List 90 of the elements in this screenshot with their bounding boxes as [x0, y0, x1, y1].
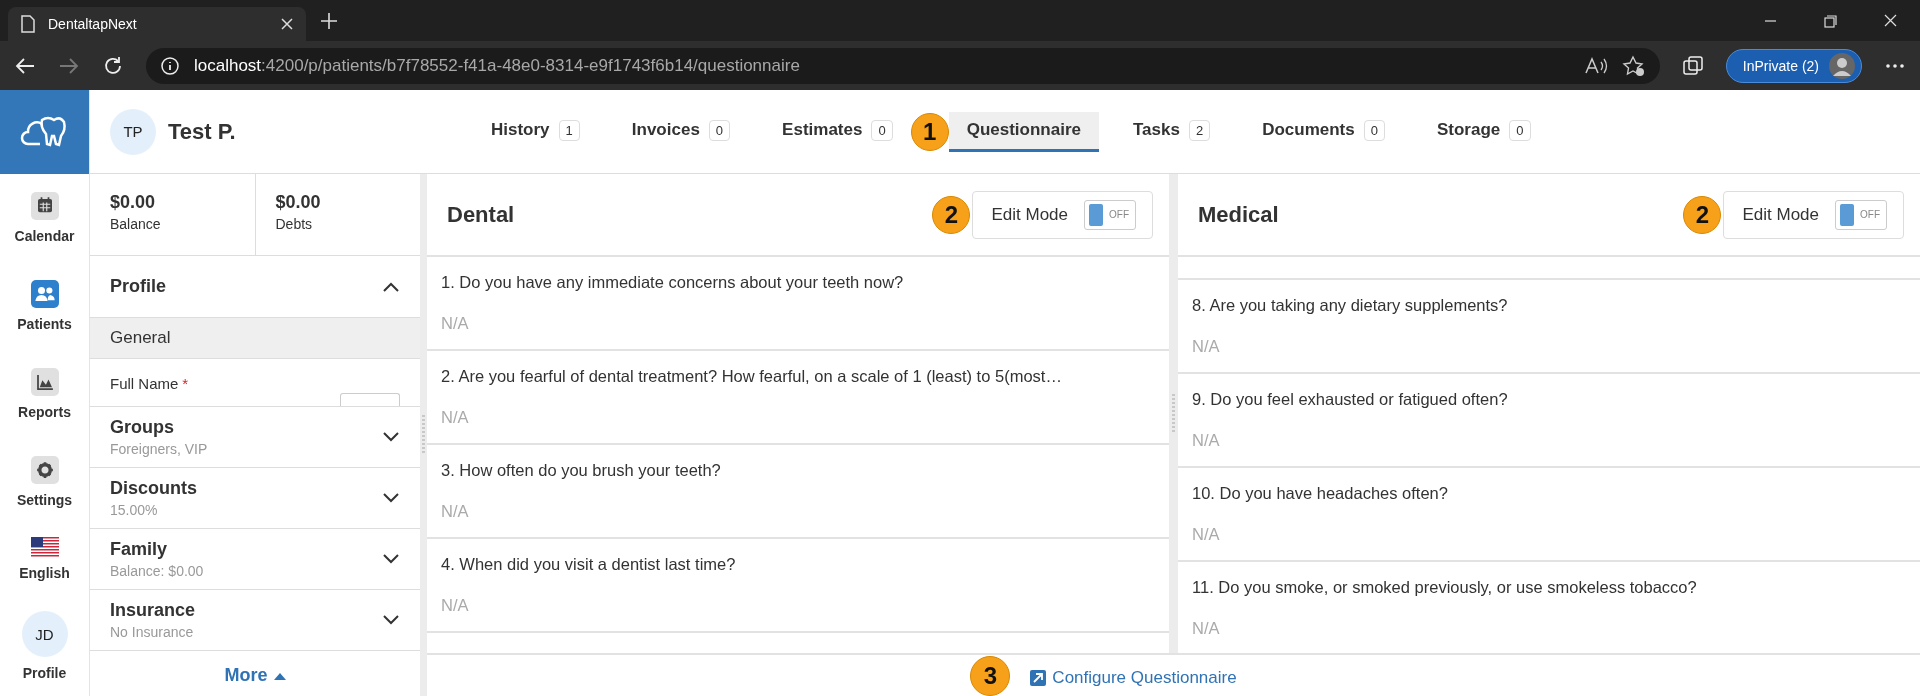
amount: $0.00: [110, 192, 157, 213]
calendar-icon[interactable]: [30, 192, 59, 220]
browser-tab[interactable]: DentaltapNext: [8, 7, 306, 41]
question-text: 9. Do you feel exhausted or fatigued often?: [1192, 390, 1509, 409]
required-mark: *: [182, 375, 189, 392]
panel-title: Medical: [1198, 201, 1279, 228]
nav-label[interactable]: Profile: [22, 665, 67, 681]
chevron-icon[interactable]: [382, 492, 400, 504]
tab[interactable]: History 1: [473, 111, 598, 152]
avatar-icon: [1829, 52, 1855, 79]
tab[interactable]: Invoices 0: [613, 111, 749, 152]
inprivate-button[interactable]: InPrivate (2): [1725, 48, 1862, 83]
question-text: 4. When did you visit a dentist last time?: [441, 555, 737, 574]
answer-text: N/A: [441, 596, 470, 615]
answer-text: N/A: [1192, 431, 1221, 450]
chart-icon[interactable]: [30, 368, 59, 396]
count-badge: 0: [1363, 119, 1385, 141]
chevron-icon[interactable]: [382, 280, 400, 293]
tab[interactable]: Documents 0: [1244, 111, 1403, 152]
amount: $0.00: [275, 192, 322, 213]
nav-label[interactable]: Reports: [18, 404, 71, 420]
caret-icon: [273, 671, 286, 680]
edit-mode-control[interactable]: Edit Mode OFF: [1723, 190, 1904, 239]
section-title[interactable]: Discounts: [110, 478, 197, 499]
patient-name: Test P.: [168, 118, 236, 145]
panel-title: Dental: [447, 201, 515, 228]
refresh-icon[interactable]: [102, 54, 124, 77]
nav-label[interactable]: English: [19, 565, 70, 581]
answer-text: N/A: [441, 314, 470, 333]
input-field[interactable]: [340, 393, 400, 406]
count-badge: 2: [1188, 119, 1211, 141]
section-title[interactable]: Profile: [110, 276, 166, 297]
count-badge: 0: [871, 119, 893, 141]
close-icon[interactable]: [280, 17, 294, 31]
callout-badge: 3: [970, 655, 1011, 696]
callout-badge: 2: [932, 195, 971, 234]
chevron-icon[interactable]: [382, 614, 400, 626]
section-title[interactable]: Family: [110, 539, 204, 560]
edit-mode-control[interactable]: Edit Mode OFF: [972, 190, 1153, 239]
section-summary: Foreigners, VIP: [110, 441, 208, 457]
count-badge: 0: [1509, 119, 1531, 141]
read-aloud-icon[interactable]: [1583, 55, 1608, 76]
page-icon: [20, 15, 36, 33]
question-text: 11. Do you smoke, or smoked previously, or use smokeless tobacco?: [1192, 578, 1698, 597]
plus-icon[interactable]: [320, 11, 338, 30]
section-title[interactable]: Insurance: [110, 600, 196, 621]
gear-icon[interactable]: [30, 456, 59, 484]
patient-avatar: TP: [110, 108, 156, 155]
answer-text: N/A: [1192, 525, 1221, 544]
field-label: Full Name: [110, 375, 179, 392]
nav-label[interactable]: Settings: [16, 492, 73, 508]
amount-label: Debts: [275, 216, 314, 232]
subsection-header: General: [90, 318, 420, 359]
tab[interactable]: Tasks 2: [1114, 111, 1229, 152]
chevron-icon[interactable]: [382, 431, 400, 443]
tab[interactable]: Estimates 0: [764, 111, 911, 152]
question-text: 1. Do you have any immediate concerns about your teeth now?: [441, 273, 905, 292]
amount-label: Balance: [110, 216, 162, 232]
configure-link[interactable]: Configure Questionnaire: [1030, 667, 1237, 688]
favorites-icon[interactable]: [1621, 54, 1646, 77]
callout-badge: 1: [910, 112, 949, 151]
answer-text: N/A: [441, 502, 470, 521]
section-summary: Balance: $0.00: [110, 563, 204, 579]
tab[interactable]: Storage 0: [1418, 111, 1549, 152]
nav-label[interactable]: Calendar: [14, 228, 75, 244]
info-icon: [160, 55, 180, 76]
section-title[interactable]: Groups: [110, 417, 208, 438]
user-avatar[interactable]: JD: [21, 611, 68, 657]
section-summary: 15.00%: [110, 502, 159, 518]
nav-label[interactable]: Patients: [17, 316, 72, 332]
callout-badge: 2: [1683, 195, 1722, 234]
collections-icon[interactable]: [1681, 54, 1704, 77]
question-text: 8. Are you taking any dietary supplements?: [1192, 296, 1509, 315]
section-summary: No Insurance: [110, 624, 195, 640]
count-badge: 0: [708, 119, 731, 141]
question-text: 2. Are you fearful of dental treatment? How fearful, on a scale of 1 (least) to 5(most…: [441, 367, 1063, 386]
external-link-icon: [1030, 669, 1047, 686]
answer-text: N/A: [1192, 619, 1221, 638]
tab[interactable]: Questionnaire: [948, 111, 1099, 152]
chevron-icon[interactable]: [382, 553, 400, 565]
question-text: 10. Do you have headaches often?: [1192, 484, 1449, 503]
question-text: 3. How often do you brush your teeth?: [441, 461, 722, 480]
count-badge: 1: [558, 119, 580, 141]
toggle-switch[interactable]: OFF: [1084, 199, 1136, 230]
answer-text: N/A: [1192, 337, 1221, 356]
people-icon[interactable]: [30, 280, 59, 308]
toggle-switch[interactable]: OFF: [1835, 199, 1887, 230]
more-button[interactable]: More: [218, 664, 292, 687]
answer-text: N/A: [441, 408, 470, 427]
address-bar[interactable]: localhost:4200/p/patients/b7f78552-f41a-48e0-8314-e9f1743f6b14/questionnaire: [146, 47, 1660, 84]
